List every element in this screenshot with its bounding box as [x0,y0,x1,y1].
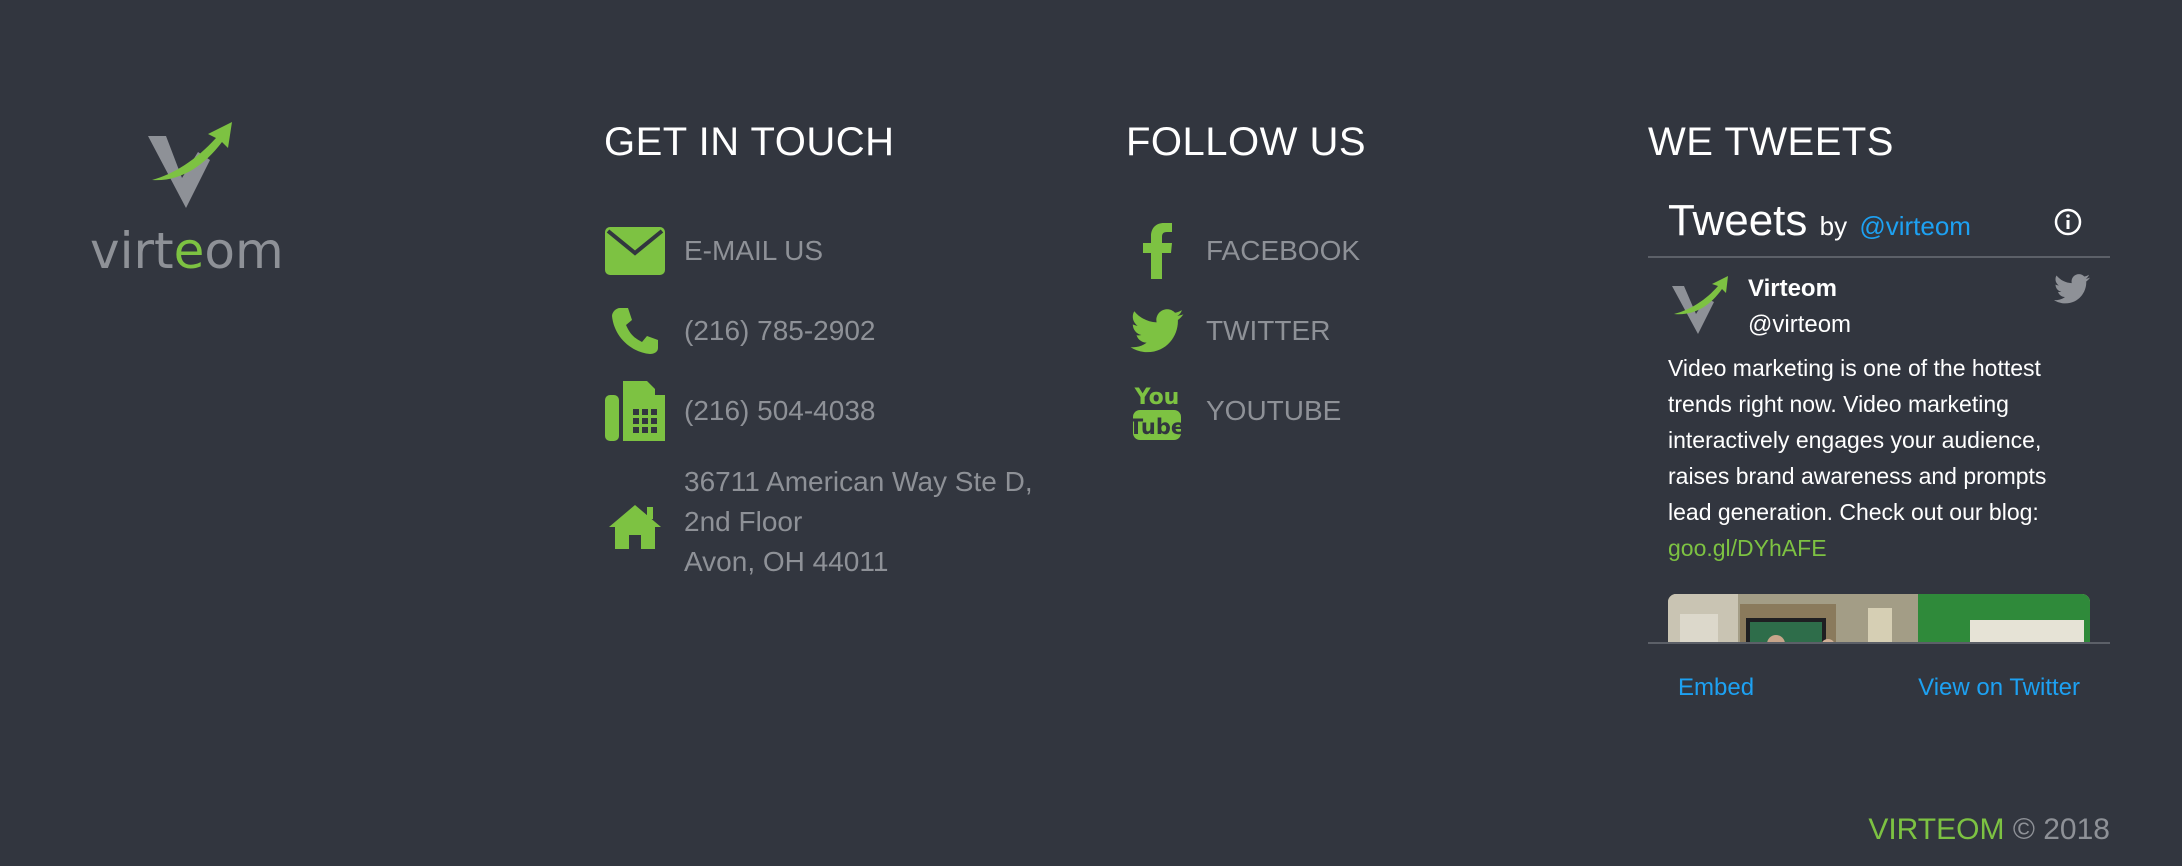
envelope-icon [604,220,666,282]
logo-wordmark: virteom [90,222,284,280]
twitter-label: TWITTER [1206,315,1331,346]
timeline-title: Tweets by @virteom [1668,196,1971,251]
info-icon[interactable] [2054,208,2082,236]
youtube-label: YOUTUBE [1206,395,1342,426]
twitter-timeline-widget[interactable]: Tweets by @virteom Virteom @virteom Vide… [1648,186,2110,701]
tweet-text: Video marketing is one of the hottest tr… [1668,350,2088,566]
social-title: FOLLOW US [1126,120,1367,164]
embed-link[interactable]: Embed [1678,674,1754,702]
contact-title: GET IN TOUCH [604,120,895,164]
timeline-title-text: Tweets [1668,196,1808,245]
timeline-by: by [1819,211,1848,241]
tweet-author-name[interactable]: Virteom [1748,274,1837,304]
address-line-1: 36711 American Way Ste D, [684,466,1033,497]
view-on-twitter-link[interactable]: View on Twitter [1918,674,2080,702]
tweet-media-image[interactable] [1668,594,2090,642]
facebook-link[interactable]: FACEBOOK [1126,220,1360,282]
phone-icon [604,300,666,362]
twitter-link[interactable]: TWITTER [1126,300,1330,362]
tweet-body: Video marketing is one of the hottest tr… [1668,355,2047,525]
twitter-icon [1126,300,1188,362]
fax-number: (216) 504-4038 [684,395,876,426]
youtube-link[interactable]: You Tube YOUTUBE [1126,380,1341,442]
address-text: 36711 American Way Ste D, 2nd Floor Avon… [684,462,1033,582]
copyright-brand[interactable]: VIRTEOM [1868,813,2004,846]
timeline-handle-link[interactable]: @virteom [1859,211,1971,241]
phone-link[interactable]: (216) 785-2902 [604,300,875,362]
youtube-icon: You Tube [1126,380,1188,442]
timeline-header: Tweets by @virteom [1648,186,2110,258]
facebook-icon [1126,220,1188,282]
contact-section: GET IN TOUCH E-MAIL US (216) 785-2902 (2… [604,118,1033,577]
twitter-bird-icon[interactable] [2054,274,2090,304]
fax-icon [604,380,666,442]
svg-text:Tube: Tube [1131,415,1183,439]
avatar[interactable] [1668,276,1730,338]
virteom-logo-mark [148,122,232,208]
tweet-author-handle[interactable]: @virteom [1748,310,1851,340]
home-icon [604,496,666,558]
address[interactable]: 36711 American Way Ste D, 2nd Floor Avon… [604,462,1033,582]
tweets-title: WE TWEETS [1648,120,1894,164]
address-line-3: Avon, OH 44011 [684,546,889,577]
email-label: E-MAIL US [684,235,823,266]
facebook-label: FACEBOOK [1206,235,1361,266]
tweet[interactable]: Virteom @virteom Video marketing is one … [1648,258,2110,642]
tweet-link[interactable]: goo.gl/DYhAFE [1668,535,1827,561]
social-section: FOLLOW US FACEBOOK TWITTER You Tube YOUT… [1126,118,1367,440]
email-link[interactable]: E-MAIL US [604,220,823,282]
copyright: VIRTEOM © 2018 [1868,810,2110,850]
fax-link[interactable]: (216) 504-4038 [604,380,875,442]
address-line-2: 2nd Floor [684,506,803,537]
svg-text:You: You [1134,385,1180,410]
tweets-section: WE TWEETS Tweets by @virteom Virteom @vi… [1648,118,2110,701]
phone-number: (216) 785-2902 [684,315,876,346]
virteom-logo[interactable]: virteom [90,118,284,280]
timeline-footer: Embed View on Twitter [1648,642,2110,714]
copyright-year: © 2018 [2012,813,2110,846]
footer: virteom GET IN TOUCH E-MAIL US (216) 785… [0,0,2182,866]
